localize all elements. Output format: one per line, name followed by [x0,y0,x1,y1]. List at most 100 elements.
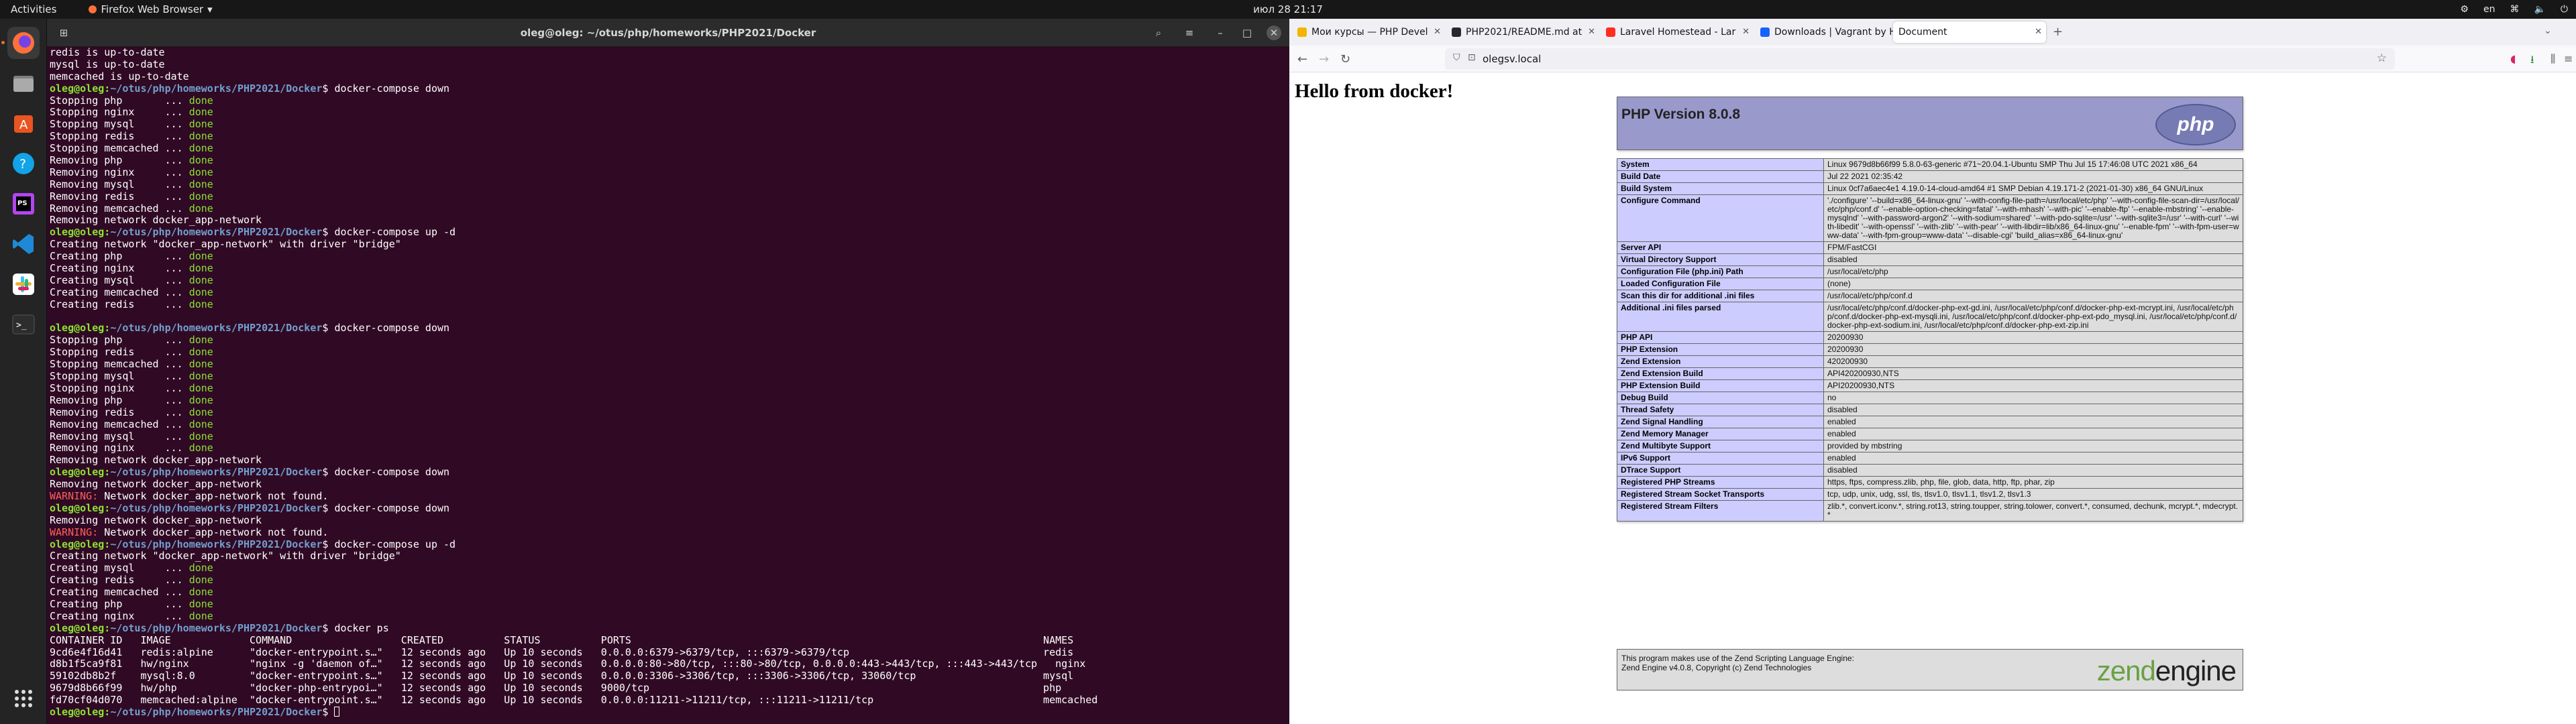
phpinfo-value: Linux 9679d8b66f99 5.8.0-63-generic #71~… [1823,158,2243,171]
dock-terminal[interactable]: >_ [7,308,40,341]
close-tab-icon[interactable]: ✕ [1742,27,1750,37]
terminal-line: Creating network "docker_app-network" wi… [50,550,1289,562]
output-text: 9cd6e4f16d41 redis:alpine "docker-entryp… [50,646,1074,658]
tab-1[interactable]: PHP2021/README.md at ✕ [1446,21,1599,43]
terminal-line: Stopping mysql ... done [50,118,1289,131]
search-icon[interactable]: ⌕ [1151,25,1166,40]
show-applications-button[interactable] [7,682,40,715]
status-done: done [189,178,213,190]
terminal-line: Creating mysql ... done [50,274,1289,287]
terminal-output[interactable]: redis is up-to-date mysql is up-to-date me… [47,47,1289,724]
status-done: done [189,562,213,575]
status-text: Removing redis ... [50,406,189,418]
phpinfo-row: Zend Signal Handling enabled [1617,416,2243,428]
terminal-line: Removing network docker_app-network [50,454,1289,467]
pocket-icon[interactable]: ◖ [2510,52,2516,65]
prompt-path: ~/otus/php/homeworks/PHP2021/Docker [110,226,323,239]
terminal-title: oleg@oleg: ~/otus/php/homeworks/PHP2021/… [520,27,816,39]
firefox-window[interactable]: Мои курсы — PHP Devel ✕ PHP2021/README.m… [1289,19,2576,724]
terminal-line: WARNING: Network docker_app-network not … [50,526,1289,539]
tab-0[interactable]: Мои курсы — PHP Devel ✕ [1292,21,1445,43]
activities-button[interactable]: Activities [11,3,56,15]
dock-firefox[interactable] [1,27,40,59]
phpinfo-row: Virtual Directory Support disabled [1617,253,2243,266]
status-text: Creating redis ... [50,298,189,310]
dock-slack[interactable] [7,268,40,300]
command-text: docker-compose down [334,466,450,479]
phpinfo-value: /usr/local/etc/php/conf.d [1823,290,2243,302]
dock-vscode[interactable] [7,228,40,260]
output-text: Creating network "docker_app-network" wi… [50,238,401,251]
phpinfo-row: Registered Stream Socket Transports tcp, … [1617,488,2243,501]
phpinfo-key: Registered Stream Filters [1617,500,1824,522]
output-text: CONTAINER ID IMAGE COMMAND CREATED STATU… [50,634,1074,646]
chevron-down-icon: ▾ [207,3,213,15]
phpinfo-key: Additional .ini files parsed [1617,302,1824,332]
bookmark-star-icon[interactable]: ☆ [2377,52,2387,65]
dock-help[interactable]: ? [7,147,40,180]
close-tab-icon[interactable]: ✕ [1588,27,1595,37]
maximize-icon[interactable]: □ [1240,25,1254,40]
dock-software[interactable]: A [7,107,40,139]
prompt-path: ~/otus/php/homeworks/PHP2021/Docker [110,82,323,95]
terminal-line: Removing memcached ... done [50,202,1289,215]
clock[interactable]: июл 28 21:17 [0,3,2576,15]
volume-icon[interactable]: 🔈 [2534,4,2545,15]
terminal-line: oleg@oleg:~/otus/php/homeworks/PHP2021/D… [50,322,1289,335]
close-tab-icon[interactable]: ✕ [1434,27,1441,37]
page-info-icon[interactable]: ⊡ [1468,52,1476,63]
shield-icon[interactable]: ⛉ [1453,52,1460,63]
phpstorm-icon: PS [13,193,34,215]
status-done: done [189,334,213,347]
terminal-line: fd70cf04d070 memcached:alpine "docker-en… [50,694,1289,707]
favicon-icon [1760,27,1770,37]
status-done: done [189,597,213,610]
settings-icon[interactable]: ⚙ [2460,4,2469,15]
close-tab-icon[interactable]: ✕ [2035,27,2042,37]
terminal-line: oleg@oleg:~/otus/php/homeworks/PHP2021/D… [50,622,1289,635]
status-done: done [189,274,213,286]
status-done: done [189,202,213,215]
new-tab-plus-icon[interactable]: + [2053,25,2063,39]
output-text: 59102db8b2f mysql:8.0 "docker-entrypoint… [50,670,1074,682]
php-logo[interactable]: php [2155,104,2236,145]
url-text[interactable]: olegsv.local [1483,53,1541,65]
network-icon[interactable]: ⌘ [2510,4,2519,15]
minimize-icon[interactable]: – [1213,25,1228,40]
reload-icon[interactable]: ↻ [1340,52,1350,66]
phpinfo-value: enabled [1823,416,2243,428]
dock-files[interactable] [7,67,40,99]
terminal-titlebar[interactable]: ⊞ oleg@oleg: ~/otus/php/homeworks/PHP202… [47,19,1289,47]
terminal-icon: >_ [12,314,35,335]
terminal-line: redis is up-to-date [50,47,1289,59]
status-text: Creating nginx ... [50,262,189,275]
downloads-icon[interactable]: ⭳ [2530,52,2534,70]
back-arrow-icon[interactable]: ← [1297,52,1307,66]
dock: A ? PS >_ [0,19,47,724]
active-indicator [1,41,5,44]
tab-2[interactable]: Laravel Homestead - Lar ✕ [1601,21,1754,43]
prompt-sign: $ [322,705,335,718]
app-menu[interactable]: Firefox Web Browser ▾ [89,3,213,15]
terminal-line: Removing php ... done [50,394,1289,407]
terminal-window[interactable]: ⊞ oleg@oleg: ~/otus/php/homeworks/PHP202… [47,19,1289,724]
phpinfo-value: disabled [1823,253,2243,266]
app-menu-icon[interactable]: ≡ [2564,52,2573,65]
zend-engine-logo[interactable]: zendengine [2097,655,2237,687]
phpinfo-value: 20200930 [1823,331,2243,344]
hamburger-menu-icon[interactable]: ≡ [1182,25,1197,40]
list-tabs-icon[interactable]: ⌄ [2544,25,2552,36]
forward-arrow-icon[interactable]: → [1319,52,1329,66]
close-icon[interactable]: ✕ [1267,25,1281,40]
library-icon[interactable]: ⫼ [2551,52,2555,66]
system-tray[interactable]: ⚙ en ⌘ 🔈 ⏻ [2460,0,2568,19]
app-menu-label: Firefox Web Browser [101,3,204,15]
tab-4[interactable]: Document ✕ [1893,21,2046,43]
dock-phpstorm[interactable]: PS [7,188,40,220]
firefox-small-icon [89,5,97,13]
url-bar[interactable]: ⛉ ⊡ olegsv.local ☆ [1445,48,2395,70]
power-icon[interactable]: ⏻ [2561,4,2568,15]
language-indicator[interactable]: en [2483,4,2496,15]
tab-3[interactable]: Downloads | Vagrant by H ✕ [1755,21,1908,43]
